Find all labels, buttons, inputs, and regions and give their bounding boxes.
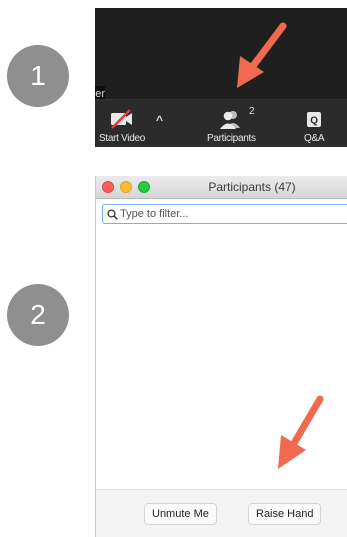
participants-icon [218, 108, 244, 130]
maximize-window-icon[interactable] [138, 181, 150, 193]
window-bottom-bar: Unmute Me Raise Hand [96, 489, 347, 537]
chevron-up-icon[interactable]: ^ [156, 113, 163, 127]
step-1-label: 1 [30, 60, 46, 91]
window-title: Participants (47) [208, 180, 296, 194]
qa-button[interactable]: Q Q&A [304, 108, 325, 144]
search-icon [107, 208, 118, 220]
qa-icon: Q [306, 108, 322, 130]
qa-icon-letter: Q [310, 116, 318, 127]
start-video-label: Start Video [99, 133, 145, 144]
filter-field[interactable] [102, 204, 347, 224]
qa-label: Q&A [304, 133, 325, 144]
video-off-icon [109, 108, 135, 130]
pointer-arrow-1 [237, 22, 287, 88]
unmute-me-button[interactable]: Unmute Me [144, 503, 217, 525]
step-2-label: 2 [30, 299, 46, 330]
pointer-arrow-2 [278, 395, 324, 469]
step-2-badge: 2 [7, 284, 69, 346]
participants-window: Participants (47) Unmute Me Raise Hand [95, 176, 347, 537]
filter-input[interactable] [118, 208, 342, 220]
step-1-badge: 1 [7, 45, 69, 107]
minimize-window-icon[interactable] [120, 181, 132, 193]
participants-count: 2 [249, 106, 255, 117]
start-video-button[interactable]: Start Video [99, 108, 145, 144]
participants-label: Participants [207, 133, 256, 144]
window-titlebar: Participants (47) [96, 176, 347, 199]
close-window-icon[interactable] [102, 181, 114, 193]
raise-hand-button[interactable]: Raise Hand [248, 503, 322, 525]
zoom-toolbar-screenshot: er Start Video ^ Participants 2 Q Q&A [95, 8, 347, 147]
